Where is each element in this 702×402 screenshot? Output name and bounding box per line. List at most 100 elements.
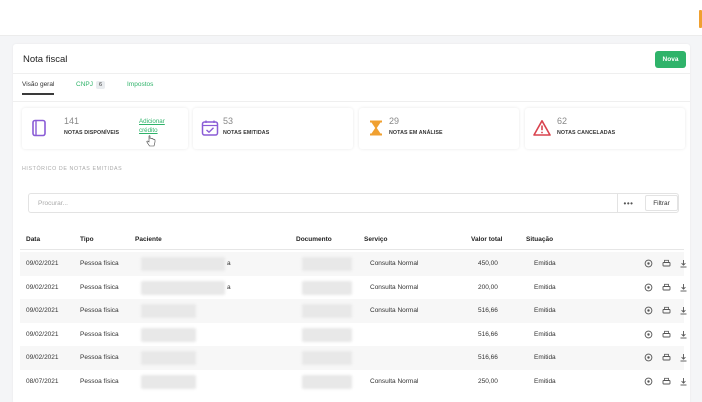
cell-type: Pessoa física bbox=[80, 378, 119, 385]
redacted-patient bbox=[141, 375, 196, 389]
cell-patient: a bbox=[227, 260, 231, 267]
tab-taxes[interactable]: Impostos bbox=[127, 81, 153, 88]
cell-service: Consulta Normal bbox=[370, 260, 419, 267]
download-icon[interactable] bbox=[679, 283, 688, 292]
row-actions bbox=[644, 283, 690, 293]
cell-type: Pessoa física bbox=[80, 330, 119, 338]
redacted-document bbox=[302, 351, 352, 366]
cell-status: Emitida bbox=[534, 330, 556, 338]
print-icon[interactable] bbox=[662, 353, 671, 362]
view-icon[interactable] bbox=[644, 306, 653, 315]
stat-available-notes: 141 NOTAS DISPONÍVEIS Adicionar crédito bbox=[22, 108, 188, 149]
redacted-document bbox=[302, 375, 352, 389]
tab-overview[interactable]: Visão geral bbox=[22, 81, 55, 95]
print-icon[interactable] bbox=[662, 306, 671, 315]
redacted-patient bbox=[141, 257, 225, 271]
table-row[interactable]: 09/02/2021 Pessoa física 516,66 Emitida bbox=[20, 346, 687, 371]
column-header-document: Documento bbox=[296, 236, 332, 243]
stat-value: 141 bbox=[64, 116, 80, 126]
download-icon[interactable] bbox=[679, 306, 688, 315]
tab-cnpj[interactable]: CNPJ 6 bbox=[76, 81, 106, 89]
redacted-patient bbox=[141, 351, 196, 366]
stat-value: 53 bbox=[223, 116, 234, 126]
cell-date: 09/02/2021 bbox=[26, 354, 59, 362]
redacted-patient bbox=[141, 280, 225, 295]
column-header-type: Tipo bbox=[80, 236, 94, 243]
cell-total: 516,66 bbox=[478, 354, 498, 362]
tab-cnpj-badge: 6 bbox=[95, 81, 106, 89]
cell-date: 09/02/2021 bbox=[26, 307, 59, 315]
column-header-status: Situação bbox=[526, 236, 554, 243]
download-icon[interactable] bbox=[679, 330, 688, 339]
tab-overview-label: Visão geral bbox=[22, 81, 55, 88]
cell-total: 250,00 bbox=[478, 378, 498, 385]
column-header-patient: Paciente bbox=[135, 236, 162, 243]
view-icon[interactable] bbox=[644, 283, 653, 292]
column-header-date: Data bbox=[26, 236, 41, 243]
cell-service: Consulta Normal bbox=[370, 283, 419, 291]
cell-status: Emitida bbox=[534, 378, 556, 385]
top-bar bbox=[0, 0, 702, 36]
calendar-check-icon bbox=[201, 120, 219, 136]
print-icon[interactable] bbox=[662, 259, 671, 268]
cell-type: Pessoa física bbox=[80, 283, 119, 291]
table-row[interactable]: 09/02/2021 Pessoa física Consulta Normal 51… bbox=[20, 299, 687, 324]
stat-issued-notes: 53 NOTAS EMITIDAS bbox=[193, 108, 353, 149]
table-row[interactable]: 09/02/2021 Pessoa física 516,66 Emitida bbox=[20, 323, 687, 347]
cell-total: 516,66 bbox=[478, 307, 498, 315]
cell-type: Pessoa física bbox=[80, 354, 119, 362]
cell-date: 09/02/2021 bbox=[26, 283, 59, 291]
stat-label: NOTAS DISPONÍVEIS bbox=[64, 130, 120, 136]
stat-value: 29 bbox=[389, 116, 400, 126]
view-icon[interactable] bbox=[644, 353, 653, 362]
row-actions bbox=[644, 353, 690, 363]
more-options-button[interactable]: ••• bbox=[617, 194, 639, 212]
stat-cancelled-notes: 62 NOTAS CANCELADAS bbox=[525, 108, 685, 149]
page-title: Nota fiscal bbox=[23, 54, 68, 65]
filter-button[interactable]: Filtrar bbox=[645, 195, 678, 211]
cell-type: Pessoa física bbox=[80, 307, 119, 315]
download-icon[interactable] bbox=[679, 377, 688, 386]
download-icon[interactable] bbox=[679, 259, 688, 268]
cell-status: Emitida bbox=[534, 307, 556, 315]
cell-total: 516,66 bbox=[478, 330, 498, 338]
redacted-document bbox=[302, 257, 352, 271]
view-icon[interactable] bbox=[644, 377, 653, 386]
hourglass-icon bbox=[370, 120, 382, 136]
new-invoice-button[interactable]: Nova bbox=[655, 51, 686, 68]
table-row[interactable]: 08/07/2021 Pessoa física Consulta Normal 25… bbox=[20, 370, 687, 394]
table-row[interactable]: 09/02/2021 Pessoa física a Consulta Normal 2… bbox=[20, 276, 687, 300]
document-icon bbox=[32, 119, 46, 137]
cell-status: Emitida bbox=[534, 260, 556, 267]
cell-patient: a bbox=[227, 283, 231, 291]
print-icon[interactable] bbox=[662, 377, 671, 386]
add-credit-link[interactable]: Adicionar crédito bbox=[139, 117, 185, 135]
cell-type: Pessoa física bbox=[80, 260, 119, 267]
view-icon[interactable] bbox=[644, 330, 653, 339]
redacted-document bbox=[302, 327, 352, 342]
print-icon[interactable] bbox=[662, 330, 671, 339]
table-row[interactable]: 09/02/2021 Pessoa física a Consulta Normal 4… bbox=[20, 252, 687, 276]
header-divider bbox=[20, 249, 684, 250]
hand-cursor-icon bbox=[146, 135, 156, 147]
history-title: HISTÓRICO DE NOTAS EMITIDAS bbox=[22, 166, 123, 172]
cell-total: 450,00 bbox=[478, 260, 498, 267]
download-icon[interactable] bbox=[679, 353, 688, 362]
tab-taxes-label: Impostos bbox=[127, 81, 154, 88]
print-icon[interactable] bbox=[662, 283, 671, 292]
redacted-document bbox=[302, 280, 352, 295]
cell-status: Emitida bbox=[534, 283, 556, 291]
redacted-patient bbox=[141, 304, 196, 319]
invoice-card: Nota fiscal Nova Visão geral CNPJ 6 Impos… bbox=[13, 44, 690, 402]
cell-date: 08/07/2021 bbox=[26, 378, 59, 385]
stat-in-review-notes: 29 NOTAS EM ANÁLISE bbox=[359, 108, 519, 149]
divider bbox=[13, 73, 690, 74]
cell-status: Emitida bbox=[534, 354, 556, 362]
cell-date: 09/02/2021 bbox=[26, 260, 59, 267]
view-icon[interactable] bbox=[644, 259, 653, 268]
row-actions bbox=[644, 306, 690, 316]
cell-total: 200,00 bbox=[478, 283, 498, 291]
stat-label: NOTAS EM ANÁLISE bbox=[389, 130, 443, 136]
row-actions bbox=[644, 330, 690, 340]
search-input[interactable] bbox=[29, 194, 617, 212]
